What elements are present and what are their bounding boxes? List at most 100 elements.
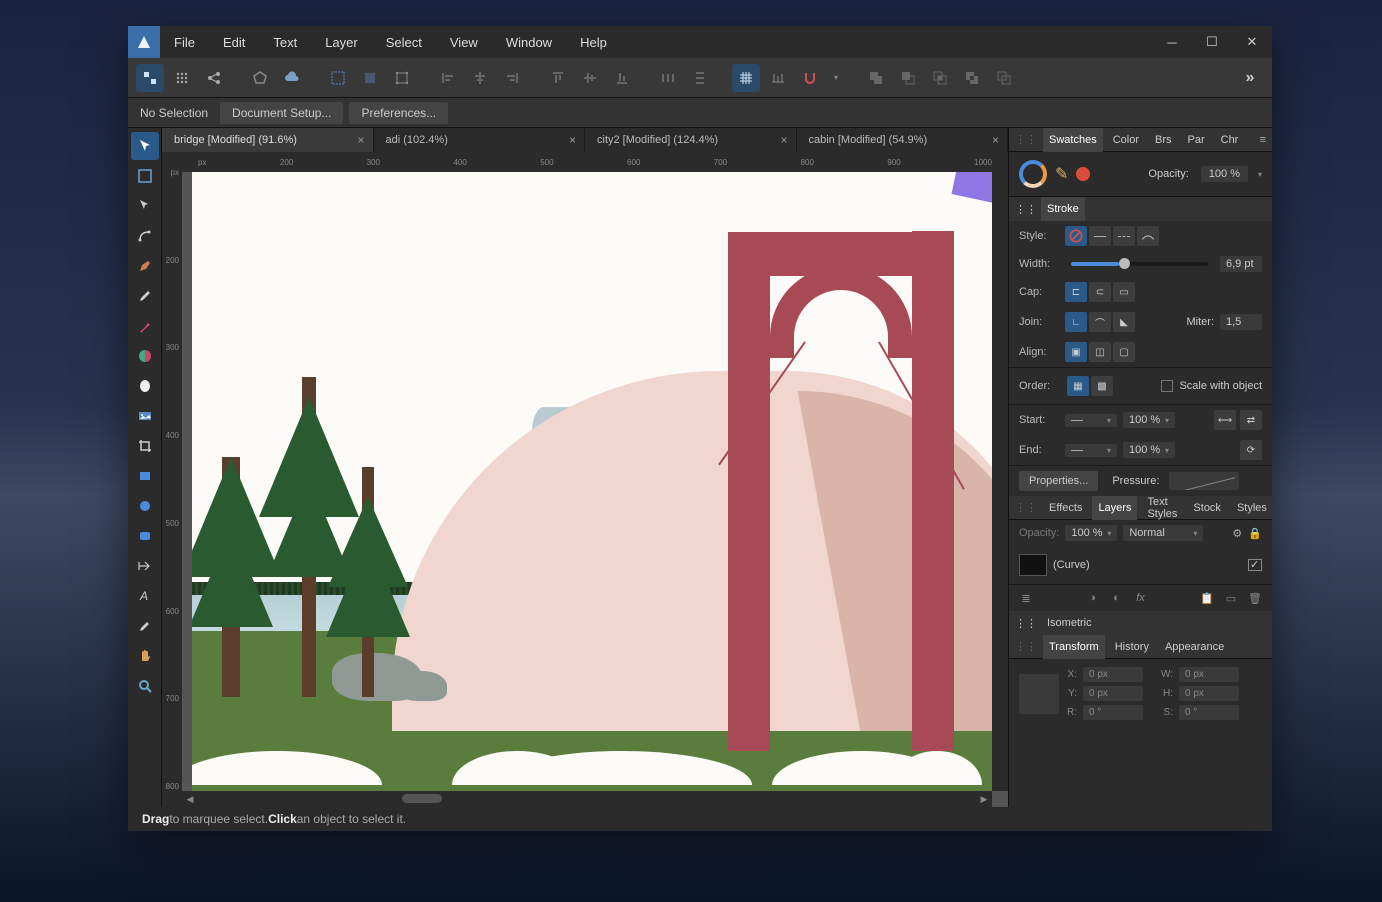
tab-layers[interactable]: Layers [1092,496,1137,520]
h-input[interactable]: 0 px [1179,686,1239,701]
tab-transform[interactable]: Transform [1043,635,1105,659]
panel-drag-icon[interactable]: ⋮⋮ [1015,501,1037,514]
document-setup-button[interactable]: Document Setup... [220,102,343,124]
panel-drag-icon[interactable]: ⋮⋮ [1015,640,1037,653]
end-size-dropdown[interactable]: 100 % [1123,442,1175,458]
scale-with-object-checkbox[interactable] [1161,380,1173,392]
snap-dropdown-icon[interactable]: ▾ [828,64,844,92]
menu-text[interactable]: Text [259,26,311,58]
order-front-icon[interactable]: ▩ [1091,376,1113,396]
recent-color-icon[interactable] [1076,167,1090,181]
marquee-rect-icon[interactable] [324,64,352,92]
stroke-none-icon[interactable] [1065,226,1087,246]
pressure-curve[interactable] [1169,472,1239,490]
tab-effects[interactable]: Effects [1043,496,1088,520]
rectangle-tool[interactable] [131,462,159,490]
mask-icon[interactable]: ◑ [1084,589,1102,607]
tab-color[interactable]: Color [1107,128,1145,152]
fill-tool[interactable] [131,342,159,370]
rounded-rect-tool[interactable] [131,522,159,550]
snap-baseline-icon[interactable] [764,64,792,92]
move-tool[interactable] [131,132,159,160]
tab-isometric[interactable]: Isometric [1041,611,1098,635]
tab-styles[interactable]: Styles [1231,496,1272,520]
boolean-divide-icon[interactable] [990,64,1018,92]
canvas[interactable]: ◀ ▶ [182,172,1008,807]
align-outside-icon[interactable]: ▢ [1113,342,1135,362]
panel-drag-icon[interactable]: ⋮⋮ [1015,203,1037,216]
menu-edit[interactable]: Edit [209,26,259,58]
hand-tool[interactable] [131,642,159,670]
marquee-dots-icon[interactable] [356,64,384,92]
scroll-thumb[interactable] [402,794,442,803]
stroke-dash-icon[interactable] [1113,226,1135,246]
snap-grid-icon[interactable] [732,64,760,92]
artboard-tool[interactable] [131,162,159,190]
scroll-right-icon[interactable]: ▶ [976,791,992,807]
start-arrow-dropdown[interactable] [1065,414,1117,427]
stroke-brush-icon[interactable] [1137,226,1159,246]
eyedropper-icon[interactable]: ✎ [1055,164,1068,184]
transparency-tool[interactable] [131,372,159,400]
panel-menu-icon[interactable]: ≡ [1260,134,1266,146]
align-bottom-icon[interactable] [608,64,636,92]
layers-stack-icon[interactable]: ≣ [1017,589,1035,607]
order-behind-icon[interactable]: ▦ [1067,376,1089,396]
ellipse-tool[interactable] [131,492,159,520]
panel-drag-icon[interactable]: ⋮⋮ [1015,617,1037,630]
brush-tool[interactable] [131,312,159,340]
boolean-add-icon[interactable] [862,64,890,92]
window-minimize-button[interactable]: ─ [1152,26,1192,58]
menu-view[interactable]: View [436,26,492,58]
boolean-xor-icon[interactable] [958,64,986,92]
line-arrow-tool[interactable] [131,552,159,580]
close-icon[interactable]: × [569,133,576,147]
window-maximize-button[interactable]: ☐ [1192,26,1232,58]
vertical-scrollbar[interactable] [992,172,1008,791]
snap-magnet-icon[interactable] [796,64,824,92]
y-input[interactable]: 0 px [1083,686,1143,701]
align-hcenter-icon[interactable] [466,64,494,92]
tab-brushes[interactable]: Brs [1149,128,1178,152]
stroke-properties-button[interactable]: Properties... [1019,471,1098,491]
boolean-subtract-icon[interactable] [894,64,922,92]
layer-opacity-dropdown[interactable]: 100 % [1065,525,1117,541]
align-vcenter-icon[interactable] [576,64,604,92]
refresh-icon[interactable]: ⟳ [1240,440,1262,460]
miter-value[interactable]: 1,5 [1220,314,1262,330]
toolbar-overflow-icon[interactable]: » [1236,64,1264,92]
preferences-button[interactable]: Preferences... [349,102,448,124]
grid-dots-icon[interactable] [168,64,196,92]
scroll-left-icon[interactable]: ◀ [182,791,198,807]
transform-icon[interactable] [388,64,416,92]
menu-file[interactable]: File [160,26,209,58]
crop-tool[interactable] [131,432,159,460]
align-top-icon[interactable] [544,64,572,92]
color-picker-tool[interactable] [131,612,159,640]
doc-tab-adi[interactable]: adi (102.4%) × [374,128,586,152]
cap-butt-icon[interactable]: ⊏ [1065,282,1087,302]
end-arrow-dropdown[interactable] [1065,444,1117,457]
tab-stroke[interactable]: Stroke [1041,197,1085,221]
doc-tab-bridge[interactable]: bridge [Modified] (91.6%) × [162,128,374,152]
menu-window[interactable]: Window [492,26,566,58]
cap-square-icon[interactable]: ▭ [1113,282,1135,302]
blend-mode-dropdown[interactable]: Normal [1123,525,1203,541]
close-icon[interactable]: × [992,133,999,147]
window-close-button[interactable]: ✕ [1232,26,1272,58]
s-input[interactable]: 0 ° [1179,705,1239,720]
menu-help[interactable]: Help [566,26,621,58]
layer-visibility-checkbox[interactable] [1248,559,1262,571]
polygon-icon[interactable] [246,64,274,92]
close-icon[interactable]: × [780,133,787,147]
width-slider[interactable] [1071,262,1208,266]
w-input[interactable]: 0 px [1179,667,1239,682]
chevron-down-icon[interactable]: ▾ [1256,170,1262,179]
align-inside-icon[interactable]: ◫ [1089,342,1111,362]
trash-icon[interactable]: 🗑 [1246,589,1264,607]
layer-item[interactable]: (Curve) [1017,550,1264,580]
stroke-solid-icon[interactable] [1089,226,1111,246]
distribute-v-icon[interactable] [686,64,714,92]
corner-tool[interactable] [131,222,159,250]
share-icon[interactable] [200,64,228,92]
